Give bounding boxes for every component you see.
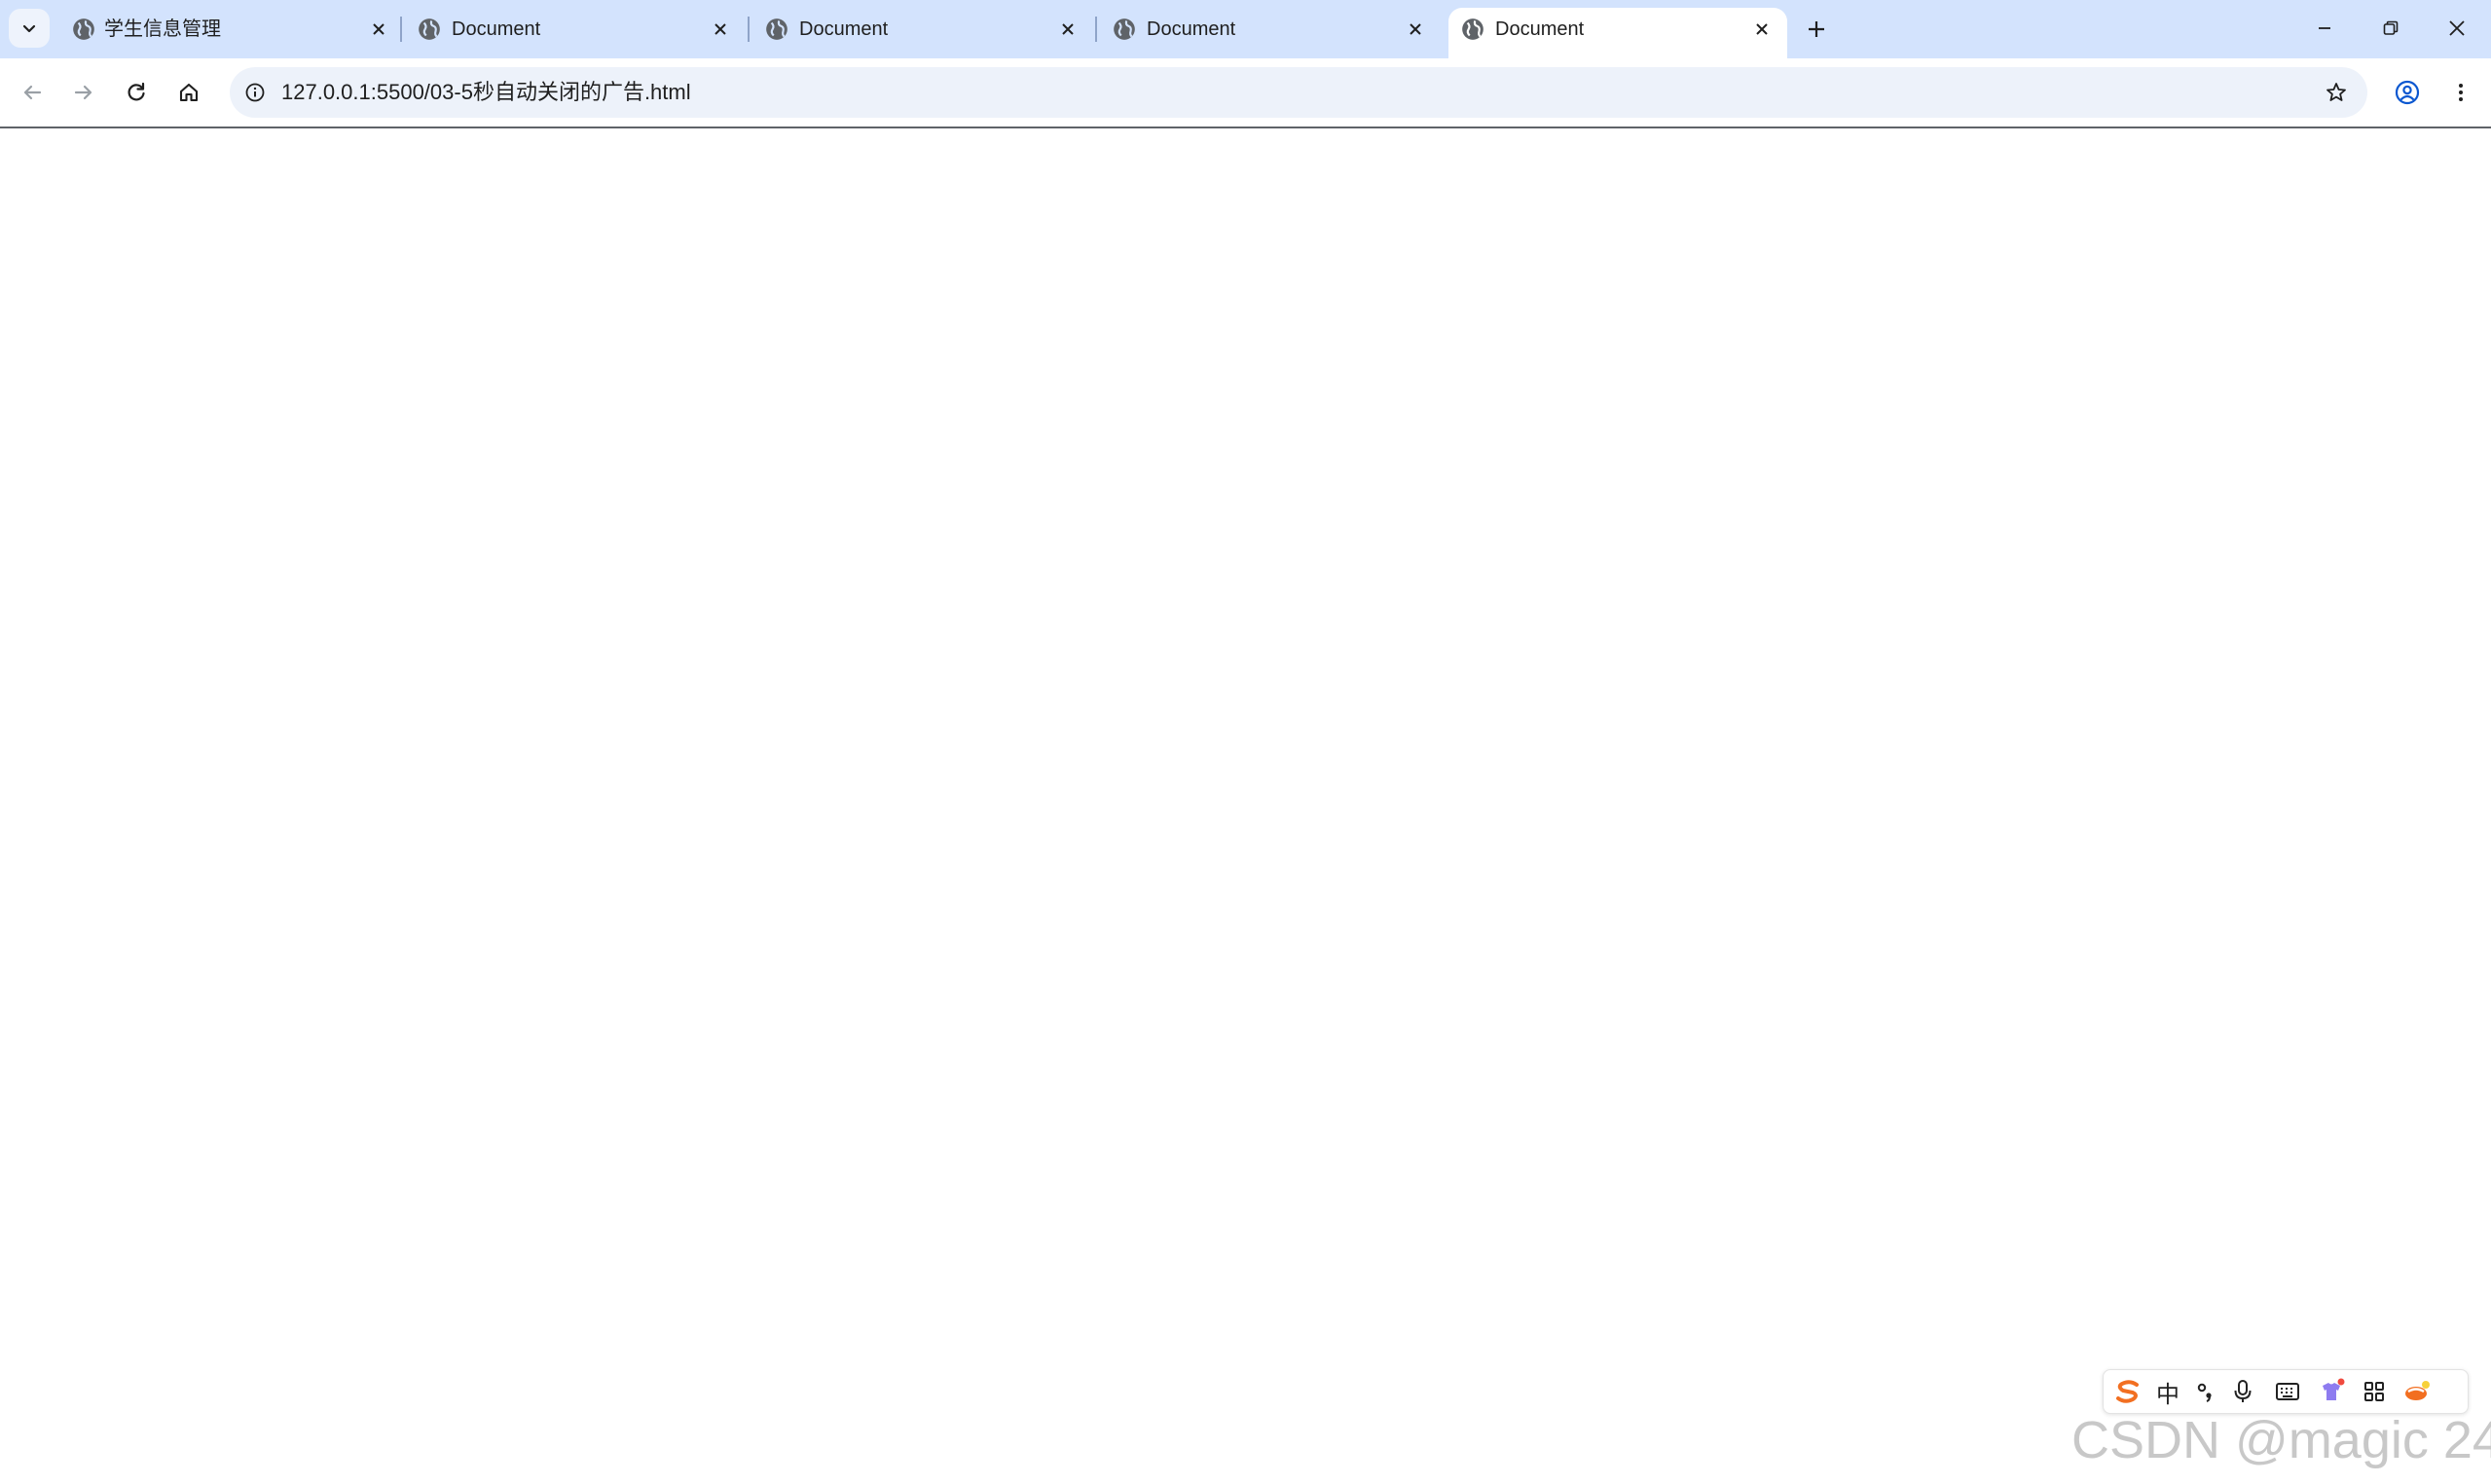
globe-icon — [419, 18, 440, 40]
minimize-button[interactable] — [2291, 0, 2358, 56]
tab-document-3[interactable]: Document — [1082, 0, 1429, 58]
site-info-icon[interactable] — [239, 77, 271, 108]
close-icon — [2449, 20, 2465, 36]
microphone-icon[interactable] — [2226, 1376, 2259, 1407]
page-viewport — [0, 128, 2491, 1484]
url-text[interactable]: 127.0.0.1:5500/03-5秒自动关闭的广告.html — [281, 80, 691, 105]
globe-icon — [73, 18, 94, 40]
browser-toolbar: 127.0.0.1:5500/03-5秒自动关闭的广告.html — [0, 58, 2491, 128]
home-button[interactable] — [169, 73, 208, 112]
tab-title: Document — [799, 18, 889, 40]
tab-student-info[interactable]: 学生信息管理 — [40, 0, 386, 58]
tab-title: 学生信息管理 — [104, 18, 221, 40]
back-button[interactable] — [13, 73, 52, 112]
avatar-icon[interactable] — [2400, 1376, 2434, 1407]
profile-icon — [2395, 80, 2420, 105]
tab-title: Document — [1495, 18, 1585, 40]
reload-icon — [128, 82, 145, 101]
csdn-watermark: CSDN @magic 245 — [2071, 1411, 2491, 1469]
globe-icon — [1462, 18, 1484, 40]
globe-icon — [766, 18, 788, 40]
restore-button[interactable] — [2358, 0, 2424, 56]
tab-title: Document — [452, 18, 541, 40]
home-icon — [179, 83, 199, 102]
tab-document-1[interactable]: Document — [387, 0, 734, 58]
ime-toolbar: 中 — [2103, 1369, 2469, 1414]
minimize-icon — [2319, 27, 2330, 29]
more-vert-icon — [2459, 84, 2463, 101]
tab-document-2[interactable]: Document — [735, 0, 1081, 58]
close-icon[interactable] — [1402, 16, 1429, 43]
keyboard-icon[interactable] — [2271, 1376, 2304, 1407]
arrow-right-icon — [74, 85, 92, 100]
close-icon[interactable] — [1748, 16, 1776, 43]
profile-button[interactable] — [2388, 73, 2427, 112]
forward-button[interactable] — [64, 73, 103, 112]
close-icon[interactable] — [1054, 16, 1081, 43]
chinese-mode-icon[interactable]: 中 — [2151, 1376, 2184, 1408]
tab-document-active[interactable]: Document — [1448, 8, 1787, 58]
skin-icon[interactable] — [2315, 1376, 2348, 1407]
address-bar[interactable]: 127.0.0.1:5500/03-5秒自动关闭的广告.html — [230, 67, 2367, 118]
close-window-button[interactable] — [2424, 0, 2490, 56]
tab-title: Document — [1147, 18, 1236, 40]
bookmark-star-icon[interactable] — [2321, 77, 2352, 108]
reload-button[interactable] — [117, 73, 156, 112]
punctuation-icon[interactable] — [2189, 1376, 2222, 1407]
sogou-logo-icon[interactable] — [2111, 1376, 2144, 1407]
restore-icon — [2383, 20, 2399, 35]
menu-button[interactable] — [2441, 73, 2480, 112]
chevron-down-icon — [22, 24, 36, 33]
new-tab-button[interactable] — [1799, 14, 1834, 45]
globe-icon — [1114, 18, 1135, 40]
toolbox-icon[interactable] — [2358, 1376, 2391, 1407]
close-icon[interactable] — [707, 16, 734, 43]
arrow-left-icon — [23, 85, 42, 100]
plus-icon — [1809, 21, 1824, 37]
tab-strip: 学生信息管理 Document Document Document Docume… — [0, 0, 2491, 58]
